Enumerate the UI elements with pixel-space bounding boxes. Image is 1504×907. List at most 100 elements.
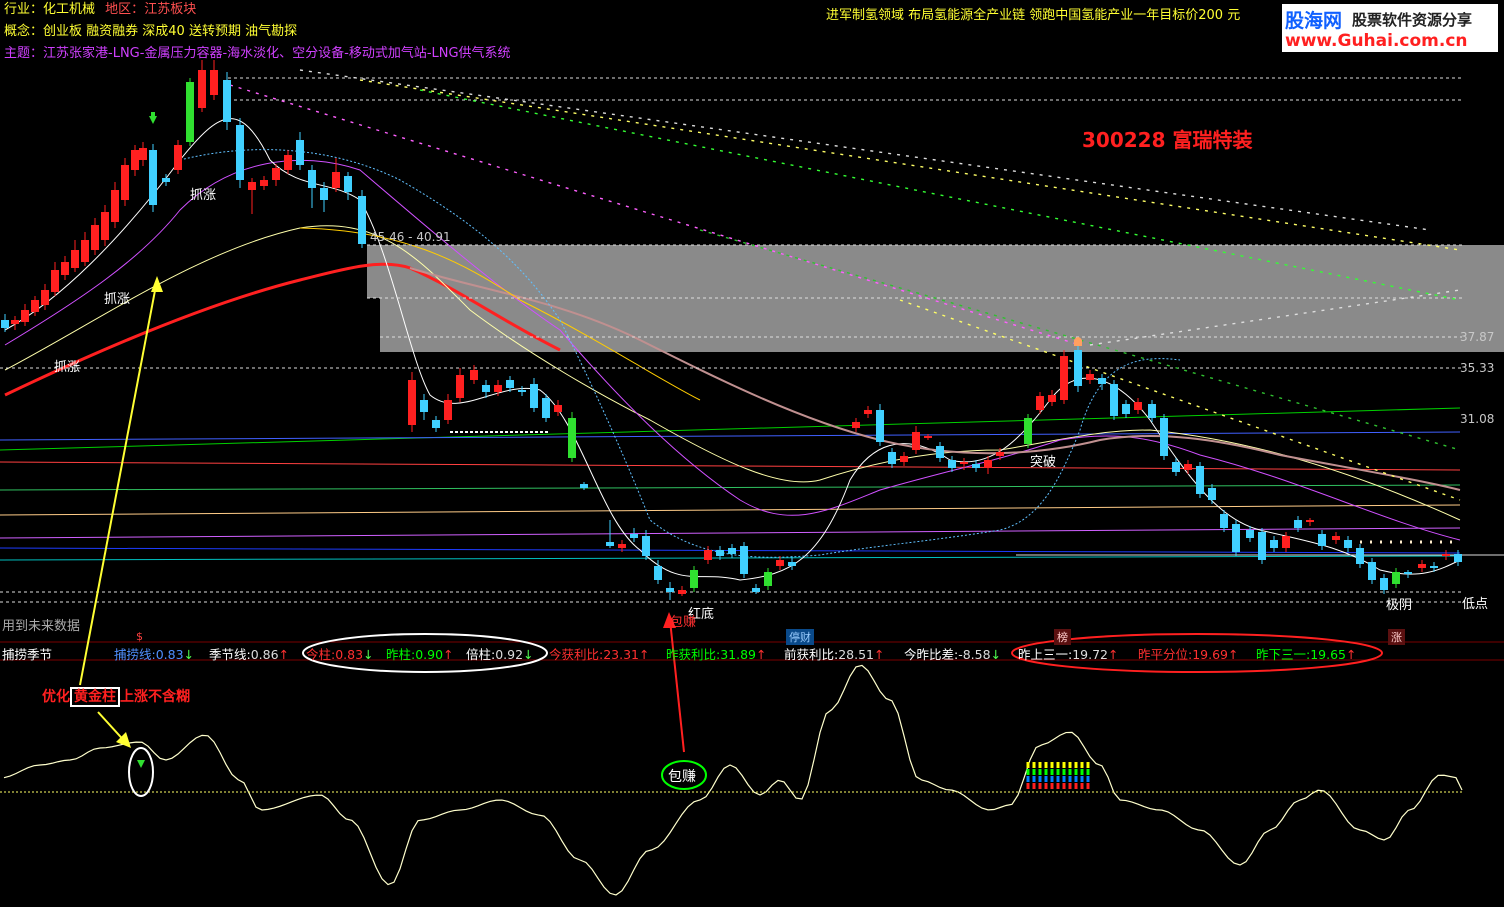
concept-list[interactable]: 创业板 融资融券 深成40 送转预期 油气勘探: [43, 24, 297, 39]
news-headline[interactable]: 进军制氢领域 布局氢能源全产业链 领跑中国氢能产业一年目标价200 元: [826, 7, 1240, 25]
macd-strength-block: [1062, 776, 1066, 782]
jiyin-label: 极阴: [1386, 598, 1413, 613]
macd-bar: [1274, 792, 1278, 830]
optimize-box: 黄金柱: [70, 687, 120, 707]
candle-body: [272, 168, 280, 180]
macd-strength-block: [1068, 769, 1072, 775]
macd-bar: [374, 792, 378, 870]
candle-body: [210, 70, 218, 95]
macd-bar: [458, 792, 462, 812]
annotation-arrow-line: [79, 279, 158, 686]
candle-body: [1172, 462, 1180, 472]
chart-canvas[interactable]: $: [0, 0, 1504, 907]
macd-bar: [644, 792, 648, 854]
candle-body: [41, 290, 49, 305]
macd-bar: [860, 667, 864, 792]
macd-bar: [650, 792, 654, 852]
macd-bar: [896, 715, 900, 792]
macd-bar: [1244, 792, 1248, 864]
macd-bar: [728, 767, 732, 792]
macd-bar: [1226, 792, 1230, 860]
candle-body: [332, 172, 340, 188]
macd-bar: [1256, 792, 1260, 845]
macd-strength-block: [1062, 769, 1066, 775]
indicator-item-label: 昨下三一:: [1256, 647, 1311, 662]
macd-strength-block: [1062, 762, 1066, 768]
candle-body: [728, 548, 736, 554]
industry-label: 行业：: [4, 2, 44, 17]
macd-bar: [1208, 792, 1212, 838]
macd-strength-block: [1080, 769, 1084, 775]
candle-body: [51, 270, 59, 292]
macd-strength-block: [1062, 783, 1066, 789]
indicator-item-arrow: ↓: [990, 647, 1002, 662]
macd-bar: [614, 792, 618, 897]
industry-value[interactable]: 化工机械: [43, 2, 95, 17]
indicator-item-label: 今获利比:: [549, 647, 604, 662]
indicator-item-value: 31.89: [720, 647, 757, 662]
site-logo[interactable]: 股海网 股票软件资源分享 www.Guhai.com.cn: [1282, 4, 1498, 52]
candle-body: [1074, 350, 1082, 386]
macd-bar: [572, 792, 576, 860]
macd-bar: [656, 792, 660, 849]
macd-strength-block: [1056, 776, 1060, 782]
macd-bar: [1358, 792, 1362, 832]
event-marker: $: [136, 630, 143, 643]
zhang-tag[interactable]: 涨: [1388, 629, 1405, 645]
optimize-annotation: 优化 黄金柱 上涨不含糊: [42, 686, 190, 707]
indicator-name[interactable]: 捕捞季节: [2, 644, 52, 663]
macd-bar: [362, 792, 366, 840]
indicator-item: 昨平分位:19.69↑: [1138, 644, 1239, 663]
candle-body: [139, 148, 147, 160]
bang-tag[interactable]: 榜: [1054, 629, 1071, 645]
candle-body: [1418, 564, 1426, 568]
macd-bar: [44, 766, 48, 792]
macd-strength-block: [1032, 769, 1036, 775]
macd-bar: [380, 792, 384, 881]
price-level-2: 35.33: [1460, 361, 1495, 375]
macd-bar: [554, 792, 558, 833]
candle-body: [852, 422, 860, 428]
indicator-item-arrow: ↑: [1346, 647, 1357, 662]
candle-body: [530, 384, 538, 408]
theme-list[interactable]: 江苏张家港-LNG-金属压力容器-海水淡化、空分设备-移动式加气站-LNG供气系…: [43, 46, 511, 61]
macd-strength-block: [1086, 776, 1090, 782]
macd-strength-block: [1080, 776, 1084, 782]
tingcai-tag[interactable]: 停财: [786, 629, 814, 645]
macd-bar: [734, 769, 738, 792]
macd-bar: [1238, 792, 1242, 867]
macd-bar: [218, 754, 222, 792]
zhuazhang-label-3: 抓涨: [54, 360, 81, 375]
macd-strength-block: [1026, 769, 1030, 775]
trend-line: [299, 69, 1431, 231]
macd-bar: [872, 682, 876, 792]
macd-bar: [440, 792, 444, 817]
macd-bar: [62, 762, 66, 792]
macd-bar: [1166, 792, 1170, 814]
candle-body: [420, 400, 428, 412]
ma-line: [0, 555, 1461, 561]
macd-bar: [350, 792, 354, 823]
macd-strength-block: [1044, 783, 1048, 789]
macd-strength-block: [1038, 762, 1042, 768]
macd-bar: [452, 792, 456, 813]
macd-strength-block: [1080, 783, 1084, 789]
candle-body: [630, 534, 638, 538]
macd-bar: [206, 737, 210, 792]
candle-body: [506, 380, 514, 388]
trend-line: [359, 79, 1461, 251]
ma-line: [0, 527, 1461, 539]
candle-body: [924, 436, 932, 438]
candle-body: [81, 240, 89, 262]
ma-line: [0, 407, 1461, 451]
macd-bar: [1184, 792, 1188, 827]
candle-body: [198, 70, 206, 108]
macd-strength-block: [1056, 762, 1060, 768]
indicator-item: 昨获利比:31.89↑: [666, 644, 767, 663]
macd-strength-block: [1038, 769, 1042, 775]
candle-body: [666, 588, 674, 592]
indicator-item: 今获利比:23.31↑: [549, 644, 650, 663]
region-value[interactable]: 江苏板块: [144, 2, 196, 17]
macd-strength-block: [1074, 776, 1078, 782]
macd-bar: [8, 778, 12, 792]
